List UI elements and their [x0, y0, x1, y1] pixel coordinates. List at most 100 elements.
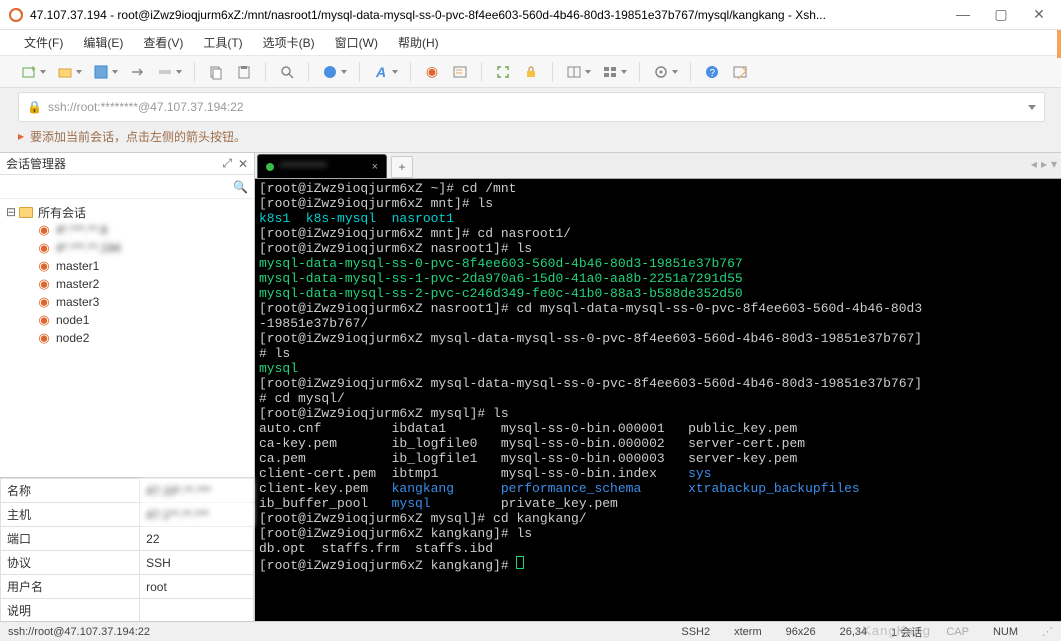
menu-view[interactable]: 查看(V) [137, 32, 189, 53]
maximize-button[interactable]: ▢ [991, 6, 1011, 23]
search-icon: 🔍 [233, 180, 248, 194]
status-connection: ssh://root@47.107.37.194:22 [8, 626, 150, 638]
session-search[interactable]: 🔍 [0, 175, 254, 199]
tab-label: *********** [280, 161, 366, 173]
session-icon: ◉ [36, 295, 52, 309]
add-tab-button[interactable]: + [391, 156, 413, 178]
accent-strip [1057, 30, 1061, 58]
tab-menu-icon[interactable]: ▾ [1051, 157, 1057, 171]
fullscreen-button[interactable] [492, 61, 514, 83]
prop-user-key: 用户名 [1, 575, 140, 599]
session-item[interactable]: ◉ node2 [2, 329, 252, 347]
lock-button[interactable] [520, 61, 542, 83]
prop-port-val: 22 [140, 527, 254, 551]
prop-name-key: 名称 [1, 479, 140, 503]
session-icon: ◉ [36, 223, 52, 237]
tab-prev-icon[interactable]: ◂ [1031, 157, 1037, 171]
panel-close-button[interactable]: ✕ [238, 157, 248, 171]
tree-root[interactable]: ⊟ 所有会话 [2, 203, 252, 221]
font-button[interactable]: A [370, 61, 392, 83]
menu-edit[interactable]: 编辑(E) [77, 32, 129, 53]
session-label: node2 [56, 331, 89, 345]
property-grid: 名称47.10*.**.*** 主机47.1**.**.*** 端口22 协议S… [0, 477, 254, 623]
tab-close-button[interactable]: × [372, 161, 378, 173]
toolbar: + A ◉ ? [0, 56, 1061, 88]
close-button[interactable]: ✕ [1029, 6, 1049, 23]
swirl-icon[interactable]: ◉ [421, 61, 443, 83]
work-area: 会话管理器 ⤢ ✕ 🔍 ⊟ 所有会话 ◉4*.***.**.6 ◉ 4*.***.… [0, 152, 1061, 623]
layout-button[interactable] [563, 61, 585, 83]
status-caps: CAP [946, 626, 969, 638]
tab-next-icon[interactable]: ▸ [1041, 157, 1047, 171]
help-button[interactable]: ? [701, 61, 723, 83]
copy-button[interactable] [205, 61, 227, 83]
session-manager-header: 会话管理器 ⤢ ✕ [0, 153, 254, 175]
session-item[interactable]: ◉master2 [2, 275, 252, 293]
tip-bar: ▸ 要添加当前会话，点击左侧的箭头按钮。 [18, 124, 1045, 148]
address-bar[interactable]: 🔒 ssh://root:********@47.107.37.194:22 [18, 92, 1045, 122]
script-button[interactable] [449, 61, 471, 83]
session-icon: ◉ [36, 259, 52, 273]
prop-name-val: 47.10*.**.*** [140, 479, 254, 503]
prop-proto-key: 协议 [1, 551, 140, 575]
menu-tabs[interactable]: 选项卡(B) [257, 32, 321, 53]
prop-host-key: 主机 [1, 503, 140, 527]
menu-help[interactable]: 帮助(H) [392, 32, 445, 53]
session-item[interactable]: ◉ 4*.***.**.194 [2, 239, 252, 257]
disconnect-button[interactable] [154, 61, 176, 83]
settings-button[interactable] [650, 61, 672, 83]
menu-window[interactable]: 窗口(W) [329, 32, 384, 53]
terminal-output[interactable]: [root@iZwz9ioqjurm6xZ ~]# cd /mnt [root@… [255, 179, 1061, 623]
window-title: 47.107.37.194 - root@iZwz9ioqjurm6xZ:/mn… [30, 8, 953, 22]
session-label: master1 [56, 259, 99, 273]
new-session-button[interactable]: + [18, 61, 40, 83]
session-icon: ◉ [36, 331, 52, 345]
status-size: 96x26 [786, 626, 816, 638]
flag-icon: ▸ [18, 129, 24, 143]
resize-grip-icon[interactable]: ⋰ [1042, 625, 1053, 638]
svg-text:?: ? [710, 68, 716, 79]
session-label: master2 [56, 277, 99, 291]
minimize-button[interactable]: ― [953, 6, 973, 23]
prop-host-val: 47.1**.**.*** [140, 503, 254, 527]
paste-button[interactable] [233, 61, 255, 83]
status-bar: ssh://root@47.107.37.194:22 xKangKang SS… [0, 621, 1061, 641]
window-controls: ― ▢ ✕ [953, 6, 1053, 23]
terminal-tab[interactable]: *********** × [257, 154, 387, 178]
menu-file[interactable]: 文件(F) [18, 32, 69, 53]
session-label: master3 [56, 295, 99, 309]
tile-button[interactable] [599, 61, 621, 83]
save-button[interactable] [90, 61, 112, 83]
open-button[interactable] [54, 61, 76, 83]
session-label: 4*.***.**.194 [56, 241, 121, 255]
color-button[interactable] [319, 61, 341, 83]
find-button[interactable] [276, 61, 298, 83]
connect-button[interactable] [126, 61, 148, 83]
prop-user-val: root [140, 575, 254, 599]
tab-strip: *********** × + ◂ ▸ ▾ [255, 153, 1061, 179]
pin-button[interactable]: ⤢ [222, 156, 232, 171]
app-icon [8, 7, 24, 23]
connected-indicator-icon [266, 163, 274, 171]
session-manager-panel: 会话管理器 ⤢ ✕ 🔍 ⊟ 所有会话 ◉4*.***.**.6 ◉ 4*.***.… [0, 153, 255, 623]
session-item[interactable]: ◉ master1 [2, 257, 252, 275]
terminal-pane: *********** × + ◂ ▸ ▾ [root@iZwz9ioqjurm… [255, 153, 1061, 623]
status-num: NUM [993, 626, 1018, 638]
menu-tools[interactable]: 工具(T) [197, 32, 248, 53]
expand-icon[interactable]: ⊟ [6, 205, 18, 219]
session-item[interactable]: ◉4*.***.**.6 [2, 221, 252, 239]
prop-desc-val [140, 599, 254, 623]
session-item[interactable]: ◉ master3 [2, 293, 252, 311]
prop-desc-key: 说明 [1, 599, 140, 623]
prop-proto-val: SSH [140, 551, 254, 575]
session-label: node1 [56, 313, 89, 327]
session-icon: ◉ [36, 241, 52, 255]
svg-text:+: + [30, 64, 36, 75]
session-icon: ◉ [36, 313, 52, 327]
status-mode: SSH2 [681, 626, 710, 638]
status-term: xterm [734, 626, 762, 638]
session-item[interactable]: ◉ node1 [2, 311, 252, 329]
address-dropdown-icon[interactable] [1028, 105, 1036, 110]
compose-button[interactable] [729, 61, 751, 83]
lock-icon: 🔒 [27, 100, 42, 114]
